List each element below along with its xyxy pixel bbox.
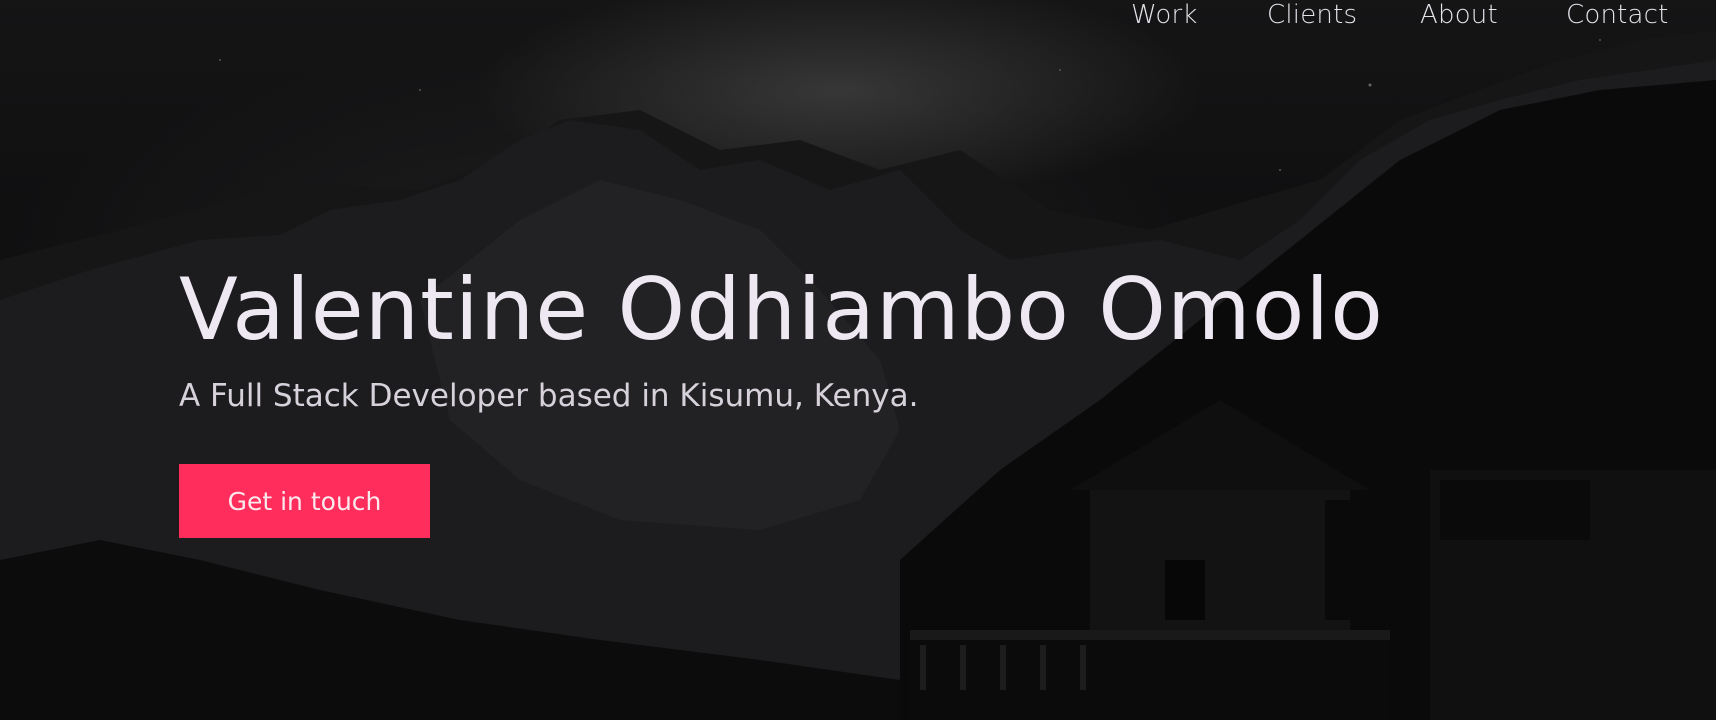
hero-content: Valentine Odhiambo Omolo A Full Stack De… [179,260,1384,538]
get-in-touch-button[interactable]: Get in touch [179,464,430,538]
hero-subtitle: A Full Stack Developer based in Kisumu, … [179,378,919,414]
hero-section: Work Clients About Contact Valentine Odh… [0,0,1716,720]
nav-link-clients[interactable]: Clients [1267,0,1357,30]
nav-link-contact[interactable]: Contact [1566,0,1669,30]
nav-link-about[interactable]: About [1420,0,1498,30]
top-navigation: Work Clients About Contact [0,0,1716,36]
nav-link-work[interactable]: Work [1131,0,1198,30]
hero-title: Valentine Odhiambo Omolo [179,260,1384,360]
